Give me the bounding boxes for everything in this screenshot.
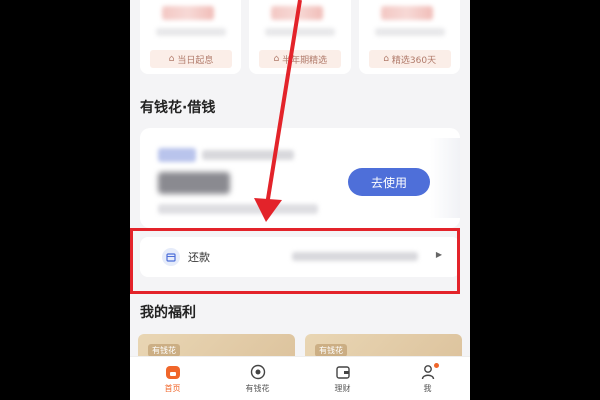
annotation-arrow xyxy=(254,0,302,222)
annotation-highlight-box xyxy=(130,228,460,294)
